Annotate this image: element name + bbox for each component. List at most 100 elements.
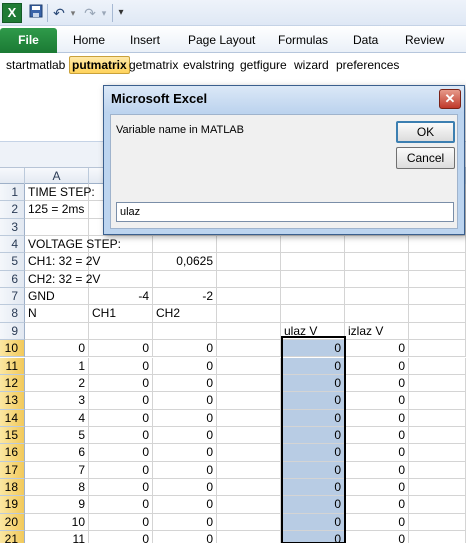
- cell[interactable]: TIME STEP:: [25, 184, 95, 202]
- cell[interactable]: 0: [153, 461, 217, 479]
- select-all-corner[interactable]: [0, 168, 25, 184]
- cell[interactable]: 125 = 2ms: [25, 201, 89, 219]
- variable-name-input[interactable]: [116, 202, 454, 222]
- cell[interactable]: 4: [25, 409, 89, 427]
- cell[interactable]: 0: [281, 409, 345, 427]
- row-header[interactable]: 21: [0, 531, 25, 543]
- cell[interactable]: 0: [281, 444, 345, 462]
- cell[interactable]: 0: [153, 513, 217, 531]
- cell[interactable]: [281, 236, 345, 254]
- cell[interactable]: 0: [281, 513, 345, 531]
- tab-review[interactable]: Review: [405, 31, 444, 49]
- cell[interactable]: [409, 357, 466, 375]
- cell[interactable]: [409, 478, 466, 497]
- cell[interactable]: [409, 496, 466, 514]
- close-icon[interactable]: ✕: [439, 89, 461, 109]
- cell[interactable]: CH1: [89, 305, 153, 323]
- row-header[interactable]: 18: [0, 478, 25, 497]
- undo-dropdown-icon[interactable]: ▾: [68, 4, 78, 22]
- cell[interactable]: [345, 270, 409, 289]
- cell[interactable]: 0: [89, 392, 153, 410]
- tab-page-layout[interactable]: Page Layout: [188, 31, 255, 49]
- cell[interactable]: 0: [281, 426, 345, 445]
- cell[interactable]: [409, 288, 466, 306]
- row-header[interactable]: 11: [0, 357, 25, 375]
- dialog-title-bar[interactable]: Microsoft Excel ✕: [104, 86, 464, 113]
- row-header[interactable]: 4: [0, 236, 25, 254]
- cell[interactable]: 0: [89, 426, 153, 445]
- cell[interactable]: [281, 288, 345, 306]
- tab-file[interactable]: File: [0, 28, 57, 53]
- cell[interactable]: [409, 444, 466, 462]
- row-header[interactable]: 17: [0, 461, 25, 479]
- cell[interactable]: 8: [25, 478, 89, 497]
- row-header[interactable]: 6: [0, 270, 25, 289]
- cell[interactable]: [89, 253, 153, 271]
- cell[interactable]: 0: [281, 496, 345, 514]
- cell[interactable]: CH1: 32 = 2V: [25, 253, 100, 271]
- cell[interactable]: 9: [25, 496, 89, 514]
- tab-home[interactable]: Home: [73, 31, 105, 49]
- cell[interactable]: 0: [345, 444, 409, 462]
- cell[interactable]: [345, 253, 409, 271]
- cell[interactable]: 0: [345, 409, 409, 427]
- tab-data[interactable]: Data: [353, 31, 378, 49]
- wizard-button[interactable]: wizard: [292, 56, 331, 74]
- cell[interactable]: 0: [153, 496, 217, 514]
- cell[interactable]: 0: [153, 478, 217, 497]
- cell[interactable]: 0: [153, 409, 217, 427]
- redo-icon[interactable]: ↷: [82, 4, 98, 22]
- cell[interactable]: 0: [89, 531, 153, 543]
- tab-formulas[interactable]: Formulas: [278, 31, 328, 49]
- cell[interactable]: [409, 461, 466, 479]
- cancel-button[interactable]: Cancel: [396, 147, 455, 169]
- cell[interactable]: 0: [345, 478, 409, 497]
- cell[interactable]: 0: [281, 357, 345, 375]
- redo-dropdown-icon[interactable]: ▾: [99, 4, 109, 22]
- cell[interactable]: ulaz V: [281, 322, 345, 341]
- cell[interactable]: 0: [25, 340, 89, 358]
- row-header[interactable]: 2: [0, 201, 25, 219]
- cell[interactable]: 0: [153, 531, 217, 543]
- cell[interactable]: GND: [25, 288, 89, 306]
- cell[interactable]: [409, 426, 466, 445]
- cell[interactable]: 10: [25, 513, 89, 531]
- cell[interactable]: 0: [281, 531, 345, 543]
- tab-insert[interactable]: Insert: [130, 31, 160, 49]
- cell[interactable]: 0: [345, 496, 409, 514]
- save-icon[interactable]: [28, 4, 44, 22]
- cell[interactable]: 0: [89, 374, 153, 393]
- cell[interactable]: 0: [281, 392, 345, 410]
- cell[interactable]: [409, 270, 466, 289]
- putmatrix-button[interactable]: putmatrix: [69, 56, 130, 74]
- cell[interactable]: [409, 513, 466, 531]
- cell[interactable]: [217, 236, 281, 254]
- cell[interactable]: [217, 322, 281, 341]
- cell[interactable]: [217, 392, 281, 410]
- cell[interactable]: 1: [25, 357, 89, 375]
- cell[interactable]: [217, 270, 281, 289]
- cell[interactable]: 0: [345, 340, 409, 358]
- getmatrix-button[interactable]: getmatrix: [127, 56, 180, 74]
- cell[interactable]: 0: [345, 357, 409, 375]
- cell[interactable]: [89, 236, 153, 254]
- cell[interactable]: [25, 218, 89, 237]
- cell[interactable]: CH2: [153, 305, 217, 323]
- column-header-a[interactable]: A: [25, 168, 89, 184]
- row-header[interactable]: 12: [0, 374, 25, 393]
- row-header[interactable]: 9: [0, 322, 25, 341]
- cell[interactable]: [409, 374, 466, 393]
- cell[interactable]: [217, 409, 281, 427]
- getfigure-button[interactable]: getfigure: [238, 56, 289, 74]
- row-header[interactable]: 19: [0, 496, 25, 514]
- cell[interactable]: 0: [281, 340, 345, 358]
- cell[interactable]: 11: [25, 531, 89, 543]
- cell[interactable]: 0: [281, 374, 345, 393]
- cell[interactable]: [281, 305, 345, 323]
- cell[interactable]: [217, 426, 281, 445]
- cell[interactable]: [217, 496, 281, 514]
- cell[interactable]: 5: [25, 426, 89, 445]
- cell[interactable]: [281, 253, 345, 271]
- cell[interactable]: [409, 253, 466, 271]
- row-header[interactable]: 7: [0, 288, 25, 306]
